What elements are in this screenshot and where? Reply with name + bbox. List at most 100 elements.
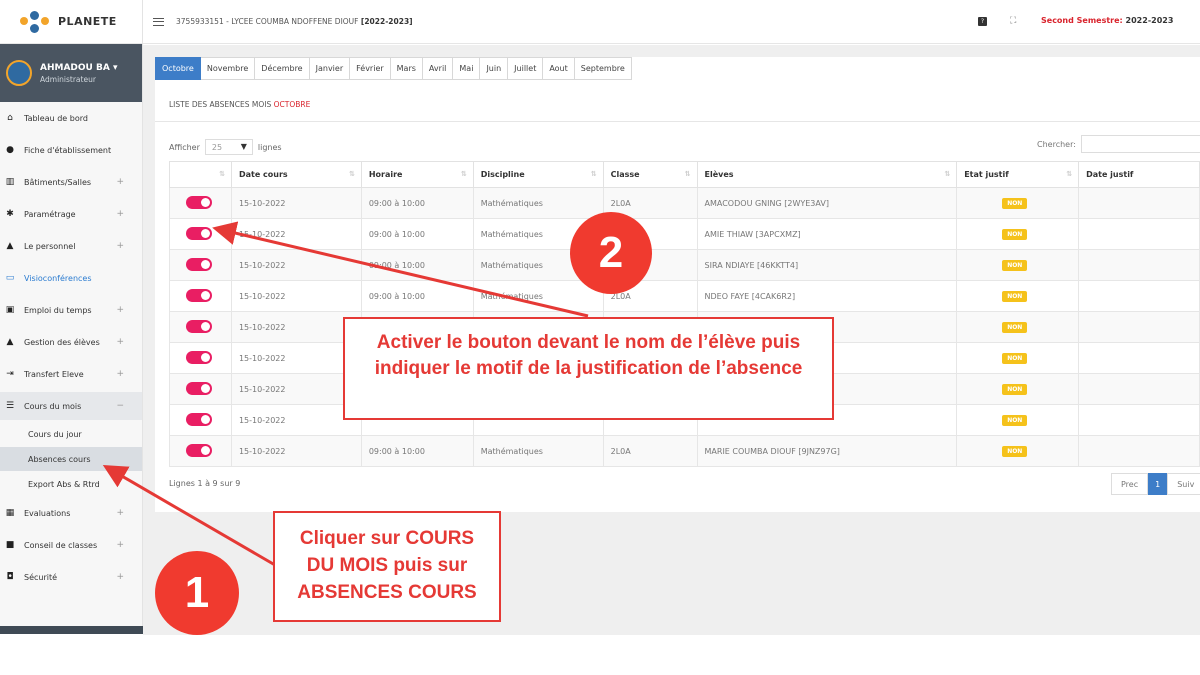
- column-header-etat-justif[interactable]: Etat justif ⇅: [956, 161, 1080, 188]
- justify-toggle[interactable]: [186, 226, 212, 240]
- sidebar-item-batiments-salles[interactable]: ▥ Bâtiments/Salles +: [0, 168, 142, 196]
- gear-icon: ✱: [6, 209, 14, 219]
- step-1-callout: Cliquer sur COURS DU MOIS puis sur ABSEN…: [273, 511, 501, 622]
- sidebar-item-cours-du-mois[interactable]: ☰ Cours du mois −: [0, 392, 142, 420]
- sidebar-item-tableau-de-bord[interactable]: ⌂ Tableau de bord: [0, 104, 142, 132]
- tab-fevrier[interactable]: Février: [350, 57, 391, 80]
- column-header-toggle[interactable]: ⇅: [169, 161, 232, 188]
- expand-plus-icon: +: [116, 177, 124, 187]
- sidebar-item-securite[interactable]: ◘ Sécurité +: [0, 563, 142, 591]
- status-badge: NON: [1002, 228, 1028, 240]
- sidebar-subitem-export-abs-rtrd[interactable]: Export Abs & Rtrd: [0, 472, 142, 496]
- justify-toggle[interactable]: [186, 288, 212, 302]
- page-length-select[interactable]: 25 ▼: [204, 139, 253, 155]
- sidebar-item-gestion-des-eleves[interactable]: ▲ Gestion des élèves +: [0, 328, 142, 356]
- home-icon: ⌂: [7, 113, 13, 123]
- step-1-circle: 1: [155, 551, 239, 635]
- column-header-date-justif[interactable]: Date justif: [1078, 161, 1200, 188]
- grid-icon: ▦: [5, 508, 15, 518]
- table-row: 15-10-2022 09:00 à 10:00 Mathématiques S…: [169, 249, 1200, 281]
- list-icon: ☰: [5, 401, 15, 411]
- column-header-date-cours[interactable]: Date cours ⇅: [230, 161, 362, 188]
- table-row: 15-10-2022 09:00 à 10:00 Mathématiques 2…: [169, 187, 1200, 219]
- expand-plus-icon: +: [116, 305, 124, 315]
- justify-toggle[interactable]: [186, 443, 212, 457]
- justify-toggle[interactable]: [186, 257, 212, 271]
- user-panel[interactable]: AHMADOU BA ▾ Administrateur: [0, 44, 142, 102]
- sort-icon: ⇅: [684, 170, 691, 178]
- fullscreen-icon[interactable]: ⛶: [1010, 16, 1020, 26]
- sidebar-item-le-personnel[interactable]: ▲ Le personnel +: [0, 232, 142, 260]
- column-header-horaire[interactable]: Horaire ⇅: [360, 161, 474, 188]
- table-row: 15-10-2022 09:00 à 10:00 Mathématiques A…: [169, 218, 1200, 250]
- page-length-control: Afficher 25 ▼ lignes: [169, 139, 282, 155]
- tab-juillet[interactable]: Juillet: [508, 57, 544, 80]
- table-row: 15-10-2022 09:00 à 10:00 Mathématiques 2…: [169, 280, 1200, 312]
- expand-plus-icon: +: [116, 369, 124, 379]
- justify-toggle[interactable]: [186, 381, 212, 395]
- list-title: LISTE DES ABSENCES MOIS OCTOBRE: [169, 100, 311, 109]
- expand-plus-icon: +: [116, 241, 124, 251]
- lock-icon: ◘: [6, 572, 14, 582]
- status-badge: NON: [1002, 321, 1028, 333]
- column-header-discipline[interactable]: Discipline ⇅: [472, 161, 604, 188]
- pagination: Prec 1 Suiv: [1111, 473, 1200, 495]
- school-name: 3755933151 - LYCEE COUMBA NDOFFENE DIOUF…: [176, 17, 413, 26]
- laptop-icon: ▭: [5, 273, 15, 283]
- calendar-icon: ▣: [5, 305, 15, 315]
- tab-octobre[interactable]: Octobre: [155, 57, 201, 80]
- prev-page-button[interactable]: Prec: [1111, 473, 1149, 495]
- justify-toggle[interactable]: [186, 412, 212, 426]
- sidebar-subitem-absences-cours[interactable]: Absences cours: [0, 447, 142, 471]
- rows-count: Lignes 1 à 9 sur 9: [169, 479, 241, 488]
- sidebar-item-parametrage[interactable]: ✱ Paramétrage +: [0, 200, 142, 228]
- tab-septembre[interactable]: Septembre: [574, 57, 632, 80]
- building-icon: ▥: [5, 177, 15, 187]
- tab-mai[interactable]: Mai: [453, 57, 481, 80]
- sidebar-item-conseil-de-classes[interactable]: ■ Conseil de classes +: [0, 531, 142, 559]
- status-badge: NON: [1002, 352, 1028, 364]
- semester-label[interactable]: Second Semestre: 2022-2023: [1041, 16, 1173, 25]
- search-input[interactable]: [1080, 135, 1200, 153]
- expand-plus-icon: +: [116, 508, 124, 518]
- step-2-circle: 2: [570, 212, 652, 294]
- search-control: Chercher:: [1037, 135, 1200, 153]
- user-name[interactable]: AHMADOU BA ▾: [40, 63, 117, 73]
- user-role: Administrateur: [40, 74, 96, 84]
- status-badge: NON: [1002, 197, 1028, 209]
- sidebar-item-visioconferences[interactable]: ▭ Visioconférences: [0, 264, 142, 292]
- column-header-classe[interactable]: Classe ⇅: [602, 161, 698, 188]
- sidebar-item-transfert-eleve[interactable]: ⇥ Transfert Eleve +: [0, 360, 142, 388]
- status-badge: NON: [1002, 290, 1028, 302]
- tab-aout[interactable]: Aout: [543, 57, 575, 80]
- sort-icon: ⇅: [1066, 170, 1073, 178]
- expand-plus-icon: +: [116, 540, 124, 550]
- help-icon[interactable]: ?: [978, 17, 987, 26]
- sort-icon: ⇅: [460, 170, 467, 178]
- sidebar-item-emploi-du-temps[interactable]: ▣ Emploi du temps +: [0, 296, 142, 324]
- tab-decembre[interactable]: Décembre: [255, 57, 310, 80]
- justify-toggle[interactable]: [186, 195, 212, 209]
- page-1-button[interactable]: 1: [1148, 473, 1168, 495]
- sidebar-subitem-cours-du-jour[interactable]: Cours du jour: [0, 422, 142, 446]
- brand[interactable]: PLANETE: [0, 0, 142, 44]
- justify-toggle[interactable]: [186, 350, 212, 364]
- tab-avril[interactable]: Avril: [422, 57, 454, 80]
- sidebar-item-fiche-etablissement[interactable]: ● Fiche d'établissement: [0, 136, 142, 164]
- tab-mars[interactable]: Mars: [390, 57, 423, 80]
- tab-juin[interactable]: Juin: [480, 57, 509, 80]
- chevron-down-icon: ▼: [240, 142, 247, 151]
- transfer-icon: ⇥: [6, 369, 14, 379]
- tab-novembre[interactable]: Novembre: [200, 57, 256, 80]
- justify-toggle[interactable]: [186, 319, 212, 333]
- sort-icon: ⇅: [590, 170, 597, 178]
- absences-table: ⇅ Date cours ⇅ Horaire ⇅ Discipline ⇅ Class…: [169, 161, 1200, 467]
- status-badge: NON: [1002, 414, 1028, 426]
- expand-plus-icon: +: [116, 209, 124, 219]
- expand-plus-icon: +: [116, 572, 124, 582]
- menu-icon[interactable]: [153, 17, 164, 26]
- sidebar-item-evaluations[interactable]: ▦ Evaluations +: [0, 499, 142, 527]
- tab-janvier[interactable]: Janvier: [309, 57, 351, 80]
- column-header-eleves[interactable]: Elèves ⇅: [696, 161, 958, 188]
- next-page-button[interactable]: Suiv: [1167, 473, 1200, 495]
